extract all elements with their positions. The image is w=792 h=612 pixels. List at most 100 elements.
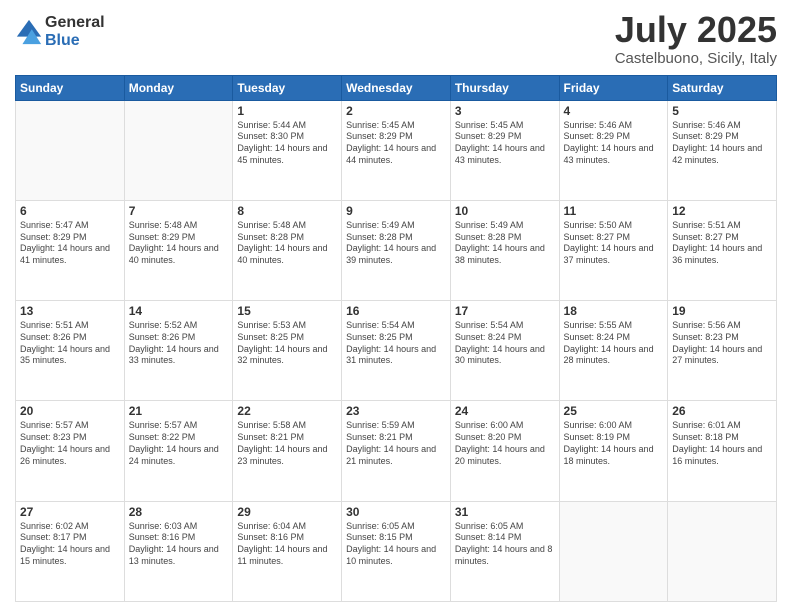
day-number: 7 [129,204,229,218]
table-row [124,100,233,200]
day-number: 26 [672,404,772,418]
table-row: 26 Sunrise: 6:01 AM Sunset: 8:18 PM Dayli… [668,401,777,501]
day-number: 3 [455,104,555,118]
day-number: 11 [564,204,664,218]
day-number: 1 [237,104,337,118]
day-number: 4 [564,104,664,118]
day-number: 12 [672,204,772,218]
day-number: 20 [20,404,120,418]
table-row: 19 Sunrise: 5:56 AM Sunset: 8:23 PM Dayli… [668,301,777,401]
cell-details: Sunrise: 5:50 AM Sunset: 8:27 PM Dayligh… [564,220,664,267]
day-number: 10 [455,204,555,218]
day-number: 14 [129,304,229,318]
table-row [559,501,668,601]
day-number: 15 [237,304,337,318]
cell-details: Sunrise: 5:57 AM Sunset: 8:23 PM Dayligh… [20,420,120,467]
table-row: 6 Sunrise: 5:47 AM Sunset: 8:29 PM Daylig… [16,200,125,300]
day-number: 16 [346,304,446,318]
day-number: 21 [129,404,229,418]
cell-details: Sunrise: 5:58 AM Sunset: 8:21 PM Dayligh… [237,420,337,467]
day-number: 30 [346,505,446,519]
day-number: 27 [20,505,120,519]
header-thursday: Thursday [450,75,559,100]
cell-details: Sunrise: 6:00 AM Sunset: 8:19 PM Dayligh… [564,420,664,467]
cell-details: Sunrise: 5:59 AM Sunset: 8:21 PM Dayligh… [346,420,446,467]
cell-details: Sunrise: 6:01 AM Sunset: 8:18 PM Dayligh… [672,420,772,467]
day-number: 31 [455,505,555,519]
week-row-5: 27 Sunrise: 6:02 AM Sunset: 8:17 PM Dayli… [16,501,777,601]
table-row: 15 Sunrise: 5:53 AM Sunset: 8:25 PM Dayli… [233,301,342,401]
header-saturday: Saturday [668,75,777,100]
week-row-2: 6 Sunrise: 5:47 AM Sunset: 8:29 PM Daylig… [16,200,777,300]
logo: General Blue [15,14,105,49]
title-area: July 2025 Castelbuono, Sicily, Italy [615,10,777,67]
table-row: 16 Sunrise: 5:54 AM Sunset: 8:25 PM Dayli… [342,301,451,401]
cell-details: Sunrise: 5:49 AM Sunset: 8:28 PM Dayligh… [455,220,555,267]
table-row: 14 Sunrise: 5:52 AM Sunset: 8:26 PM Dayli… [124,301,233,401]
table-row: 13 Sunrise: 5:51 AM Sunset: 8:26 PM Dayli… [16,301,125,401]
table-row: 10 Sunrise: 5:49 AM Sunset: 8:28 PM Dayli… [450,200,559,300]
day-number: 19 [672,304,772,318]
day-number: 13 [20,304,120,318]
table-row: 25 Sunrise: 6:00 AM Sunset: 8:19 PM Dayli… [559,401,668,501]
cell-details: Sunrise: 5:52 AM Sunset: 8:26 PM Dayligh… [129,320,229,367]
cell-details: Sunrise: 5:46 AM Sunset: 8:29 PM Dayligh… [564,120,664,167]
cell-details: Sunrise: 5:49 AM Sunset: 8:28 PM Dayligh… [346,220,446,267]
header-sunday: Sunday [16,75,125,100]
table-row: 31 Sunrise: 6:05 AM Sunset: 8:14 PM Dayli… [450,501,559,601]
cell-details: Sunrise: 5:53 AM Sunset: 8:25 PM Dayligh… [237,320,337,367]
table-row: 4 Sunrise: 5:46 AM Sunset: 8:29 PM Daylig… [559,100,668,200]
table-row: 23 Sunrise: 5:59 AM Sunset: 8:21 PM Dayli… [342,401,451,501]
day-number: 6 [20,204,120,218]
cell-details: Sunrise: 5:51 AM Sunset: 8:26 PM Dayligh… [20,320,120,367]
table-row: 27 Sunrise: 6:02 AM Sunset: 8:17 PM Dayli… [16,501,125,601]
cell-details: Sunrise: 5:47 AM Sunset: 8:29 PM Dayligh… [20,220,120,267]
location: Castelbuono, Sicily, Italy [615,50,777,67]
table-row: 28Sunrise: 6:03 AM Sunset: 8:16 PM Dayli… [124,501,233,601]
day-number: 25 [564,404,664,418]
table-row: 1 Sunrise: 5:44 AM Sunset: 8:30 PM Daylig… [233,100,342,200]
table-row: 5 Sunrise: 5:46 AM Sunset: 8:29 PM Daylig… [668,100,777,200]
month-title: July 2025 [615,10,777,50]
day-number: 5 [672,104,772,118]
day-number: 23 [346,404,446,418]
table-row: 3 Sunrise: 5:45 AM Sunset: 8:29 PM Daylig… [450,100,559,200]
logo-general-text: General [45,14,105,32]
table-row: 12 Sunrise: 5:51 AM Sunset: 8:27 PM Dayli… [668,200,777,300]
header-friday: Friday [559,75,668,100]
day-number: 18 [564,304,664,318]
cell-details: Sunrise: 5:45 AM Sunset: 8:29 PM Dayligh… [455,120,555,167]
table-row: 17Sunrise: 5:54 AM Sunset: 8:24 PM Dayli… [450,301,559,401]
day-number: 17 [455,304,555,318]
table-row: 20 Sunrise: 5:57 AM Sunset: 8:23 PM Dayli… [16,401,125,501]
cell-details: Sunrise: 6:02 AM Sunset: 8:17 PM Dayligh… [20,521,120,568]
table-row: 7 Sunrise: 5:48 AM Sunset: 8:29 PM Daylig… [124,200,233,300]
cell-details: Sunrise: 5:56 AM Sunset: 8:23 PM Dayligh… [672,320,772,367]
table-row [16,100,125,200]
cell-details: Sunrise: 6:05 AM Sunset: 8:15 PM Dayligh… [346,521,446,568]
day-number: 8 [237,204,337,218]
header-monday: Monday [124,75,233,100]
cell-details: Sunrise: 6:00 AM Sunset: 8:20 PM Dayligh… [455,420,555,467]
table-row [668,501,777,601]
table-row: 18Sunrise: 5:55 AM Sunset: 8:24 PM Dayli… [559,301,668,401]
cell-details: Sunrise: 5:54 AM Sunset: 8:25 PM Dayligh… [346,320,446,367]
cell-details: Sunrise: 5:46 AM Sunset: 8:29 PM Dayligh… [672,120,772,167]
day-number: 24 [455,404,555,418]
table-row: 30 Sunrise: 6:05 AM Sunset: 8:15 PM Dayli… [342,501,451,601]
cell-details: Sunrise: 5:57 AM Sunset: 8:22 PM Dayligh… [129,420,229,467]
table-row: 29Sunrise: 6:04 AM Sunset: 8:16 PM Dayli… [233,501,342,601]
logo-text: General Blue [45,14,105,49]
header: General Blue July 2025 Castelbuono, Sici… [15,10,777,67]
week-row-1: 1 Sunrise: 5:44 AM Sunset: 8:30 PM Daylig… [16,100,777,200]
cell-details: Sunrise: 6:05 AM Sunset: 8:14 PM Dayligh… [455,521,555,568]
table-row: 2Sunrise: 5:45 AM Sunset: 8:29 PM Daylig… [342,100,451,200]
cell-details: Sunrise: 5:51 AM Sunset: 8:27 PM Dayligh… [672,220,772,267]
table-row: 11 Sunrise: 5:50 AM Sunset: 8:27 PM Dayli… [559,200,668,300]
week-row-3: 13 Sunrise: 5:51 AM Sunset: 8:26 PM Dayli… [16,301,777,401]
cell-details: Sunrise: 5:48 AM Sunset: 8:29 PM Dayligh… [129,220,229,267]
cell-details: Sunrise: 5:48 AM Sunset: 8:28 PM Dayligh… [237,220,337,267]
calendar-table: Sunday Monday Tuesday Wednesday Thursday… [15,75,777,602]
cell-details: Sunrise: 5:44 AM Sunset: 8:30 PM Dayligh… [237,120,337,167]
table-row: 24 Sunrise: 6:00 AM Sunset: 8:20 PM Dayli… [450,401,559,501]
